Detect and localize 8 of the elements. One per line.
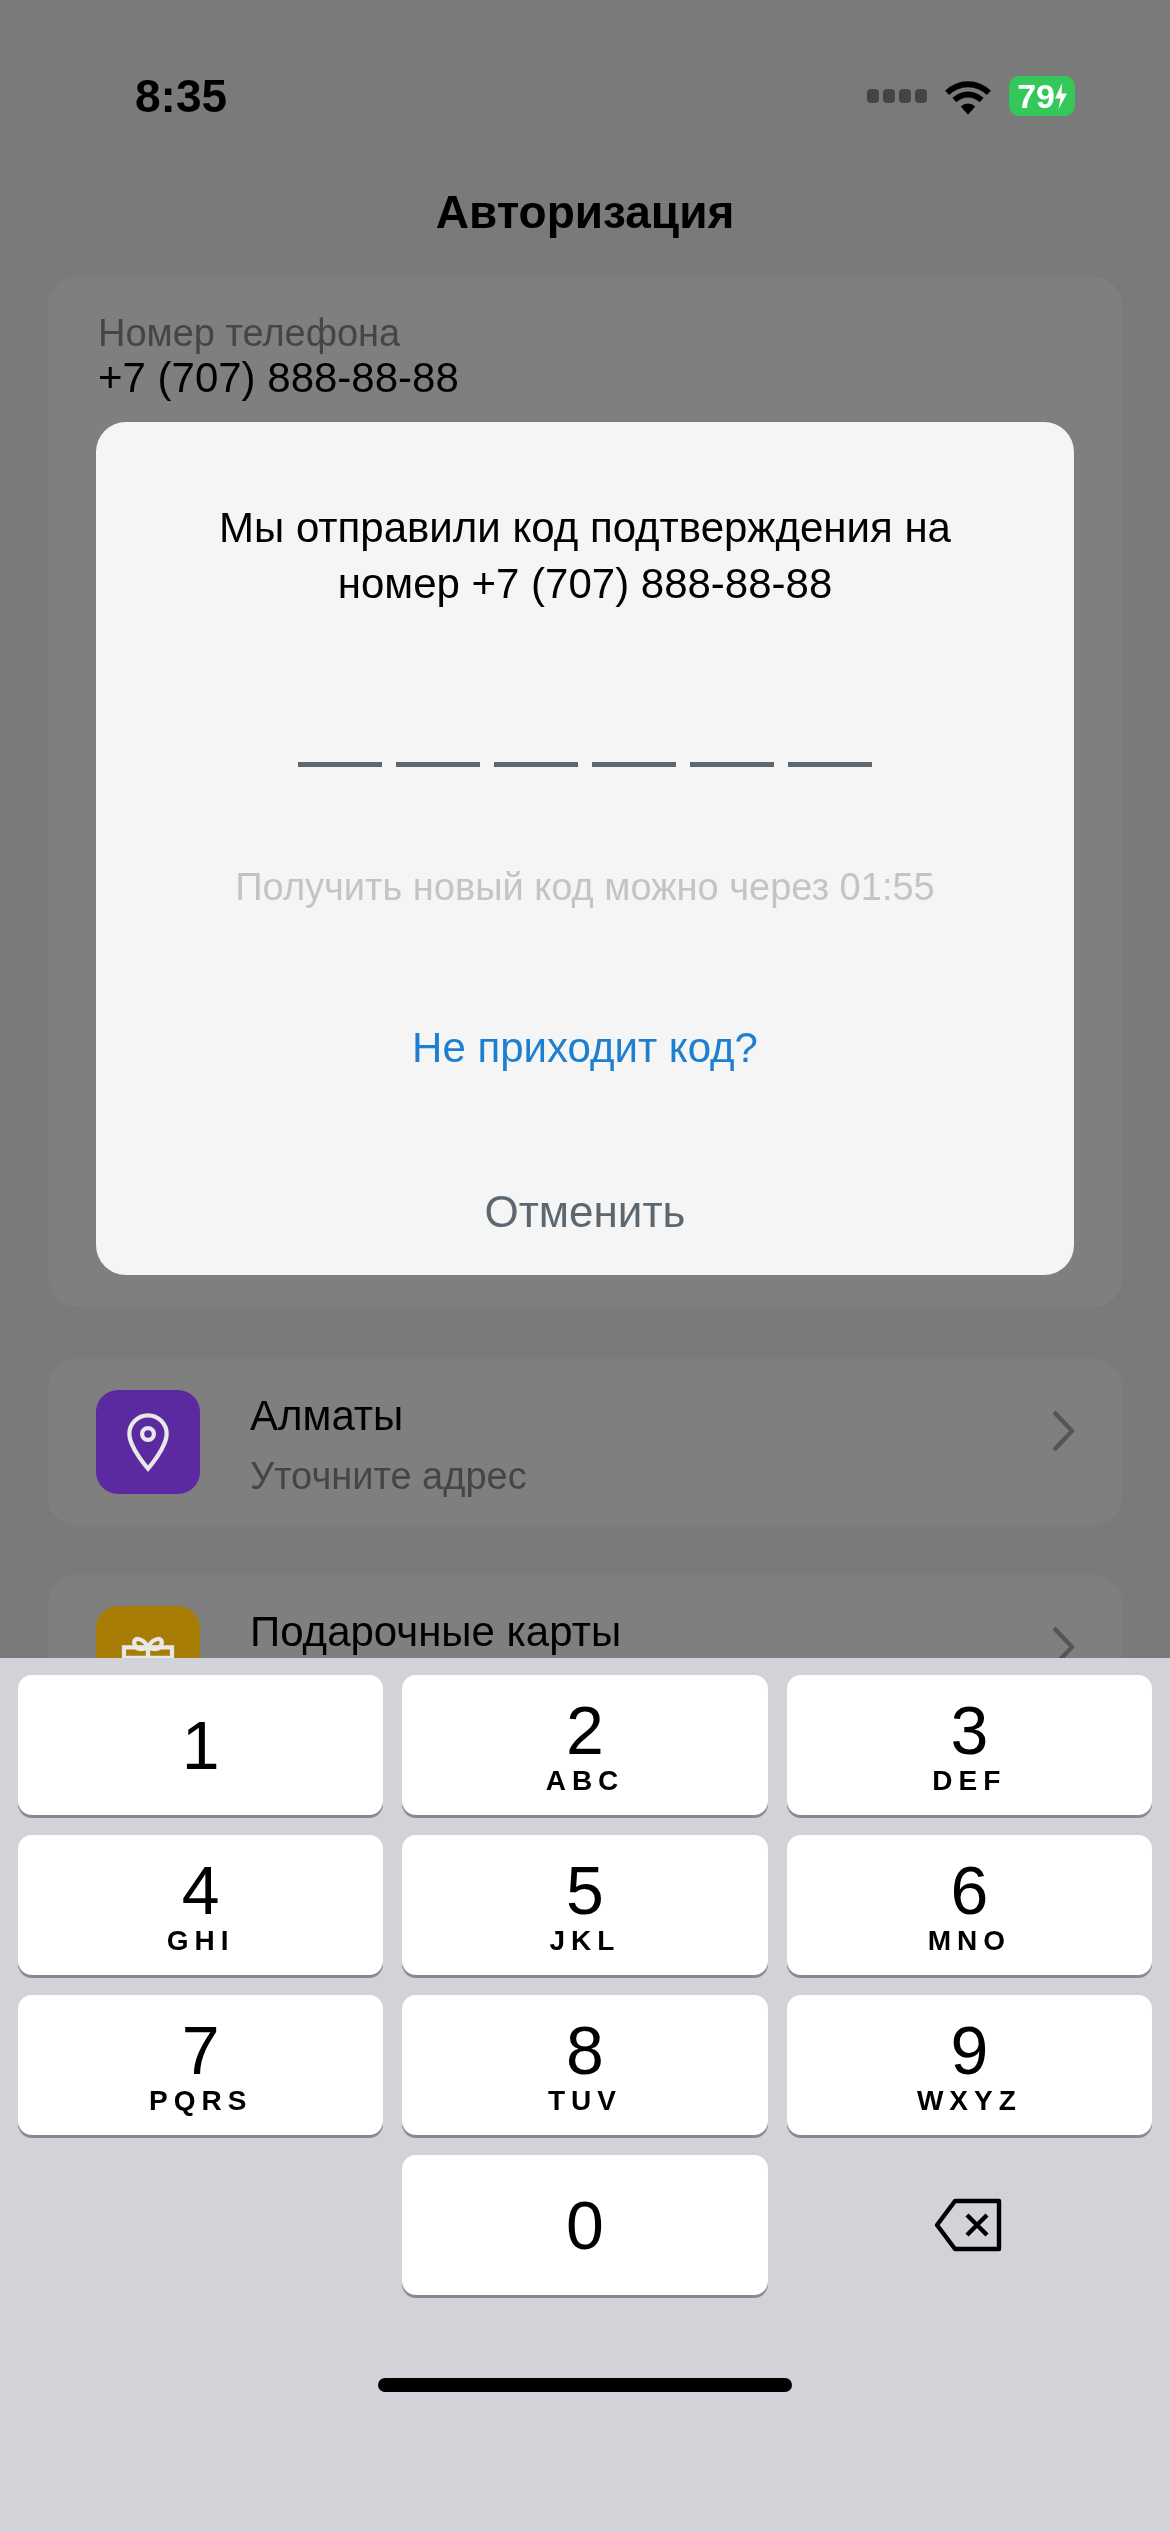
status-time: 8:35: [135, 68, 228, 124]
phone-label: Номер телефона: [98, 311, 402, 355]
screen-title: Авторизация: [435, 185, 735, 240]
dialog-message: Мы отправили код подтверждения на номер +7 (707) 888-88-88: [218, 503, 952, 609]
row-subtitle: Уточните адрес: [250, 1454, 528, 1499]
battery-icon: 79: [1009, 76, 1075, 116]
row-title: Подарочные карты: [250, 1608, 623, 1656]
row-title: Алматы: [250, 1392, 405, 1440]
